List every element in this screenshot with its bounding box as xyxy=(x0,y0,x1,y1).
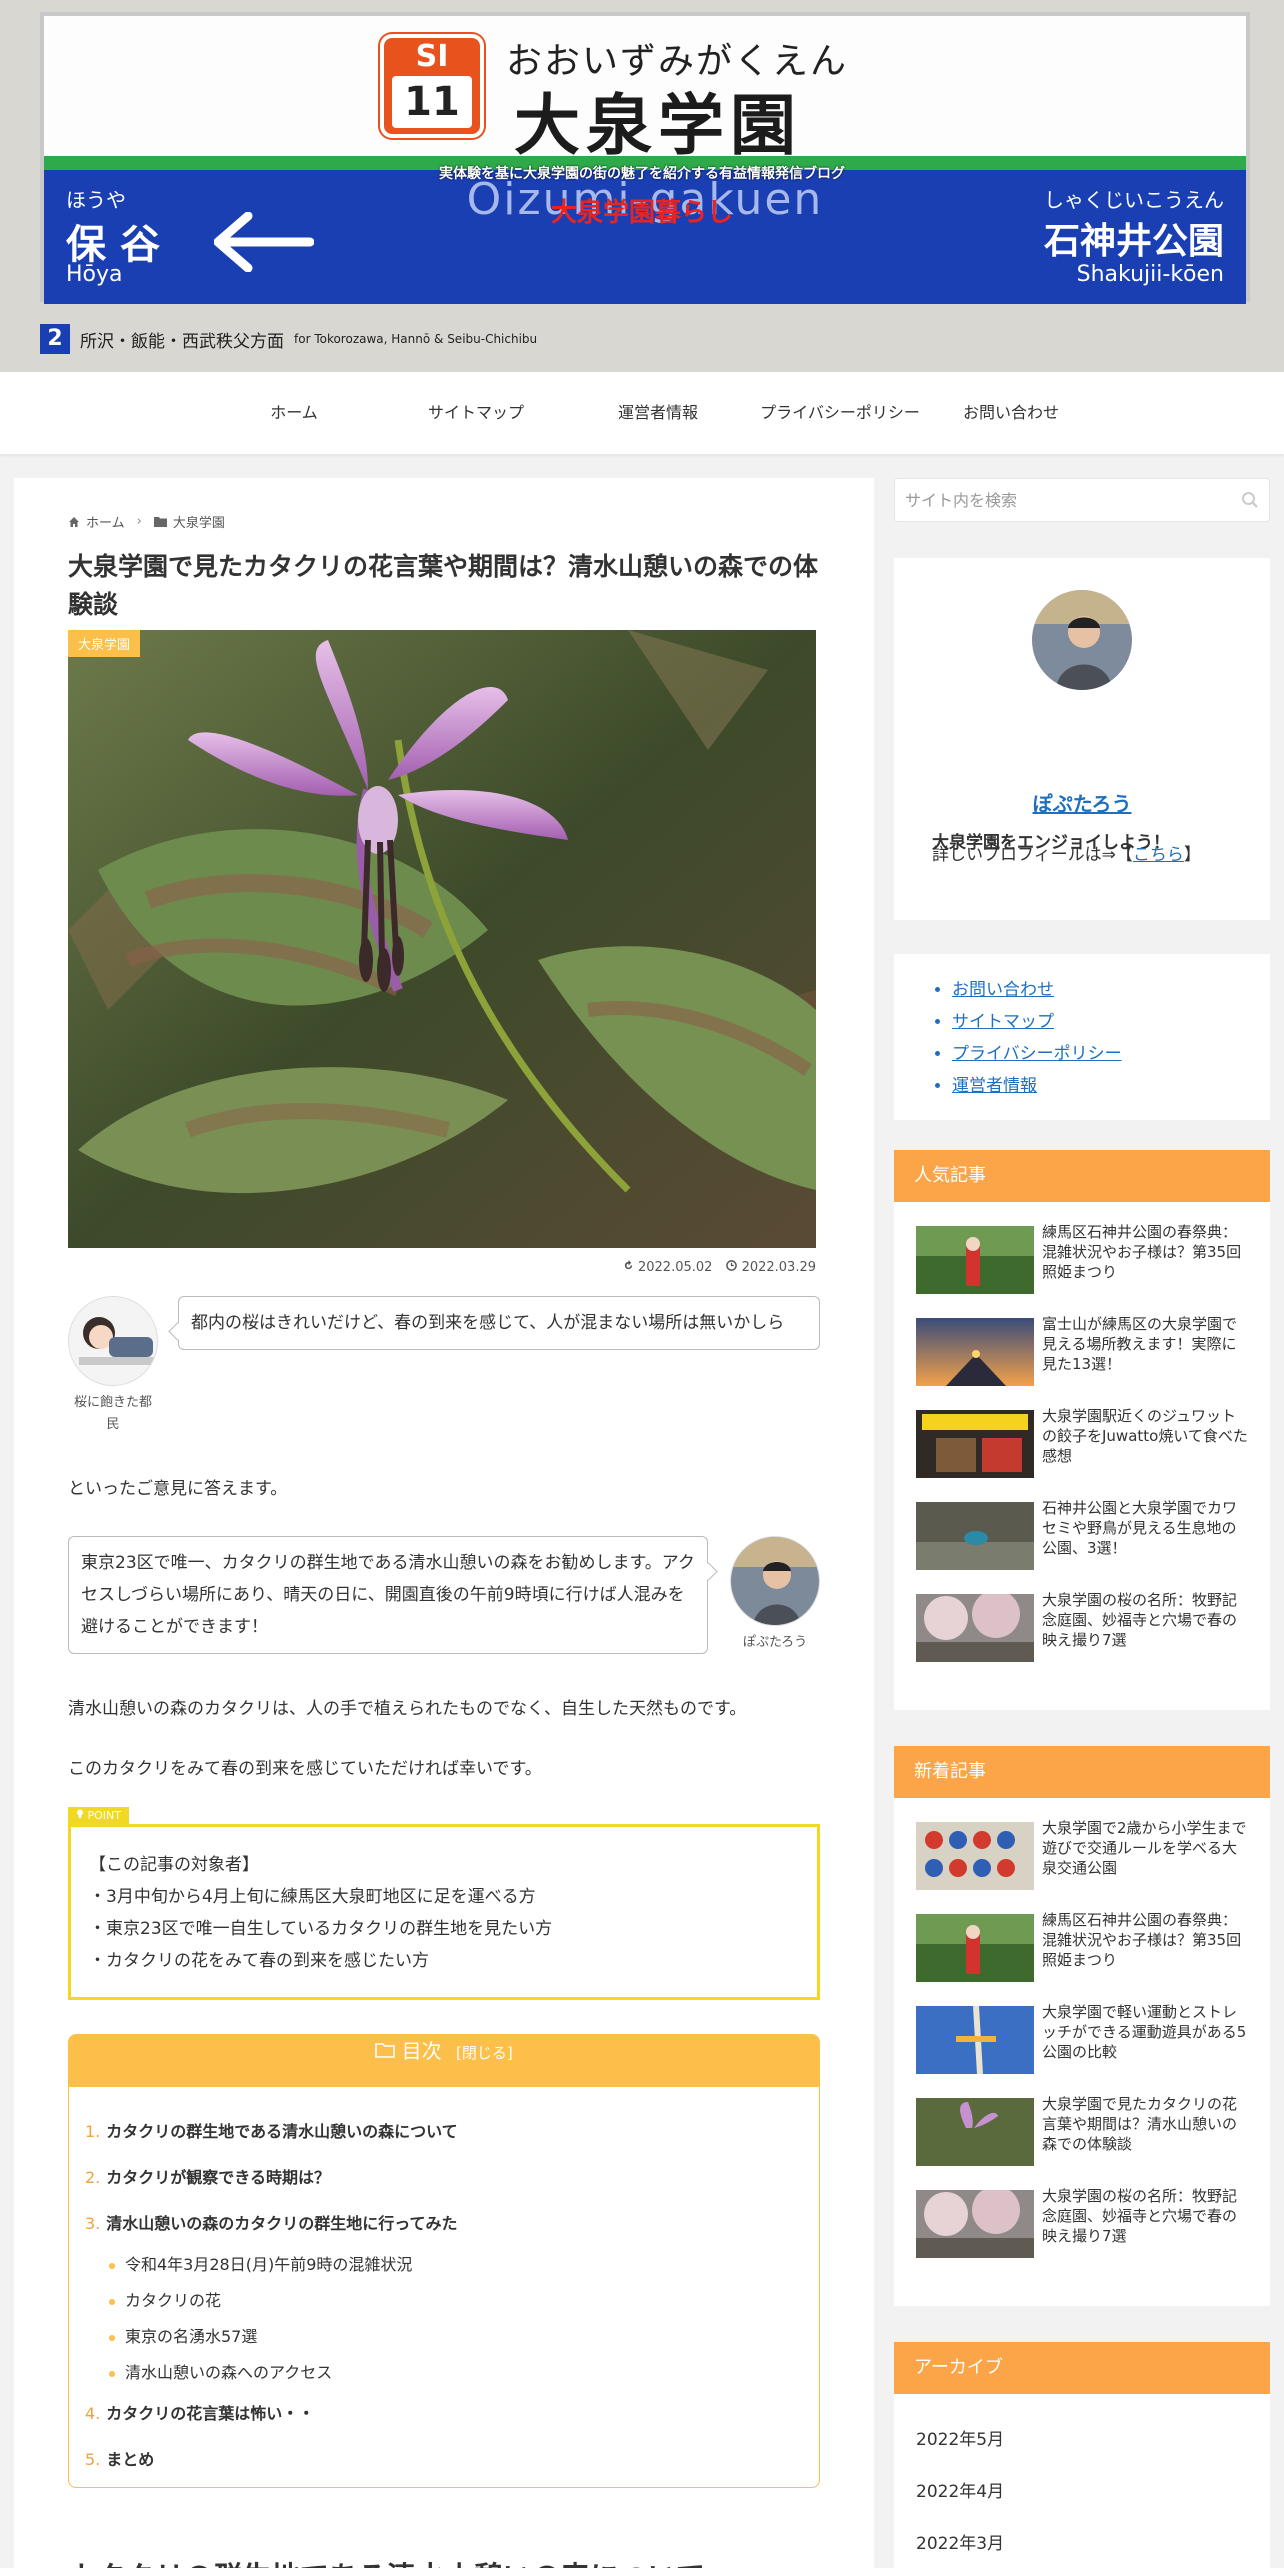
nav-item-sitemap[interactable]: サイトマップ xyxy=(385,372,567,454)
nav-item-home[interactable]: ホーム xyxy=(203,372,385,454)
speech-balloon-author: 東京23区で唯一、カタクリの群生地である清水山憩いの森をお勧めします。アクセスし… xyxy=(68,1536,820,1666)
nav-item-contact[interactable]: お問い合わせ xyxy=(931,372,1091,454)
avatar-reader xyxy=(68,1296,158,1386)
profile-more-link[interactable]: こちら xyxy=(1133,845,1184,865)
widget-title: アーカイブ xyxy=(894,2342,1270,2394)
recent-post-item[interactable]: 大泉学園で軽い運動とストレッチができる運動遊具がある5公園の比較 xyxy=(916,2002,1248,2094)
katakuri-flower-photo xyxy=(68,630,816,1248)
refresh-icon xyxy=(624,1260,633,1270)
post-thumbnail xyxy=(916,1502,1034,1570)
category-label[interactable]: 大泉学園 xyxy=(68,630,141,657)
search-box xyxy=(894,478,1270,522)
sign-destination: 2 所沢・飯能・西武秩父方面 for Tokorozawa, Hannō & S… xyxy=(40,322,537,356)
station-kanji: 大泉学園 xyxy=(514,87,802,164)
post-thumbnail xyxy=(916,1914,1034,1982)
station-number-badge: SI 11 xyxy=(380,34,484,138)
folder-icon xyxy=(375,2043,396,2058)
archive-item[interactable]: 2022年3月 xyxy=(916,2518,1270,2568)
toc-subitem[interactable]: 清水山憩いの森へのアクセス xyxy=(85,2355,803,2391)
recent-post-item[interactable]: 大泉学園で2歳から小学生まで遊びで交通ルールを学べる大泉交通公園 xyxy=(916,1818,1248,1910)
profile-avatar xyxy=(1032,590,1132,690)
archive-item[interactable]: 2022年5月 xyxy=(916,2414,1270,2466)
widget-title: 新着記事 xyxy=(894,1746,1270,1798)
clock-icon xyxy=(726,1260,738,1271)
paragraph: といったご意見に答えます。 xyxy=(68,1479,288,1499)
site-description: 実体験を基に大泉学園の街の魅了を紹介する有益情報発信ブログ xyxy=(439,166,845,182)
toc-subitem[interactable]: カタクリの花 xyxy=(85,2283,803,2319)
links-widget: お問い合わせ サイトマップ プライバシーポリシー 運営者情報 xyxy=(894,954,1270,1120)
station-sign-banner: SI 11 おおいずみがくえん 大泉学園 Oizumi-gakuen ほうや 保… xyxy=(40,12,1250,304)
profile-widget: ぽぷたろう 大泉学園をエンジョイしよう！ xyxy=(894,558,1270,920)
post-thumbnail xyxy=(916,1318,1034,1386)
post-thumbnail xyxy=(916,2006,1034,2074)
breadcrumb-category[interactable]: 大泉学園 xyxy=(173,512,225,531)
main-content: ホーム › 大泉学園 大泉学園で見たカタクリの花言葉や期間は？清水山憩いの森での… xyxy=(14,478,874,2568)
breadcrumb: ホーム › 大泉学園 xyxy=(68,512,225,531)
site-title-link[interactable]: 大泉学園暮らし xyxy=(0,192,1284,229)
point-box: POINT 【この記事の対象者】 ・3月中旬から4月上旬に練馬区大泉町地区に足を… xyxy=(68,1807,820,2000)
global-nav: ホーム サイトマップ 運営者情報 プライバシーポリシー お問い合わせ xyxy=(0,372,1284,454)
toc-toggle[interactable]: [閉じる] xyxy=(456,2044,513,2062)
balloon-text: 東京23区で唯一、カタクリの群生地である清水山憩いの森をお勧めします。アクセスし… xyxy=(68,1536,708,1654)
balloon-text: 都内の桜はきれいだけど、春の到来を感じて、人が混まない場所は無いかしら xyxy=(178,1296,820,1350)
post-thumbnail xyxy=(916,1594,1034,1662)
sidebar-link-privacy[interactable]: プライバシーポリシー xyxy=(952,1038,1270,1070)
chevron-right-icon: › xyxy=(136,514,142,529)
archive-item[interactable]: 2022年4月 xyxy=(916,2466,1270,2518)
nav-item-privacy[interactable]: プライバシーポリシー xyxy=(749,372,931,454)
widget-title: 人気記事 xyxy=(894,1150,1270,1202)
home-icon xyxy=(69,516,79,527)
table-of-contents: 目次 [閉じる] 1. カタクリの群生地である清水山憩いの森について 2. カタクリ… xyxy=(68,2034,820,2488)
sidebar-link-operator[interactable]: 運営者情報 xyxy=(952,1070,1270,1102)
sidebar-link-sitemap[interactable]: サイトマップ xyxy=(952,1006,1270,1038)
point-label: POINT xyxy=(68,1807,129,1824)
paragraph: 清水山憩いの森のカタクリは、人の手で植えられたものでなく、自生した天然ものです。 xyxy=(68,1699,747,1719)
post-thumbnail xyxy=(916,1410,1034,1478)
toc-item[interactable]: 3. 清水山憩いの森のカタクリの群生地に行ってみた xyxy=(85,2201,803,2247)
toc-item[interactable]: 2. カタクリが観察できる時期は？ xyxy=(85,2155,803,2201)
updated-date: 2022.05.02 xyxy=(623,1260,712,1275)
popular-post-item[interactable]: 富士山が練馬区の大泉学園で見える場所教えます！実際に見た13選！ xyxy=(916,1314,1248,1406)
section-heading: カタクリの群生地である清水山憩いの森について xyxy=(68,2554,705,2568)
folder-icon xyxy=(153,517,167,527)
paragraph: このカタクリをみて春の到来を感じていただければ幸いです。 xyxy=(68,1759,542,1779)
recent-post-item[interactable]: 練馬区石神井公園の春祭典：混雑状況やお子様は？第35回照姫まつり xyxy=(916,1910,1248,2002)
lightbulb-icon xyxy=(77,1809,83,1818)
profile-name-link[interactable]: ぽぷたろう xyxy=(894,788,1270,817)
archive-widget: アーカイブ 2022年5月 2022年4月 2022年3月 xyxy=(894,2342,1270,2568)
recent-post-item[interactable]: 大泉学園の桜の名所：牧野記念庭園、妙福寺と穴場で春の映え撮り7選 xyxy=(916,2186,1248,2278)
post-thumbnail xyxy=(916,2190,1034,2258)
toc-item[interactable]: 1. カタクリの群生地である清水山憩いの森について xyxy=(85,2109,803,2155)
post-thumbnail xyxy=(916,2098,1034,2166)
toc-item[interactable]: 5. まとめ xyxy=(85,2437,803,2483)
page-title: 大泉学園で見たカタクリの花言葉や期間は？清水山憩いの森での体験談 xyxy=(68,552,819,619)
post-thumbnail xyxy=(916,1822,1034,1890)
recent-posts-widget: 新着記事 大泉学園で2歳から小学生まで遊びで交通ルールを学べる大泉交通公園 練馬… xyxy=(894,1746,1270,2306)
post-dates: 2022.05.02 2022.03.29 xyxy=(623,1260,816,1275)
post-thumbnail xyxy=(916,1226,1034,1294)
nav-item-operator[interactable]: 運営者情報 xyxy=(567,372,749,454)
search-icon[interactable] xyxy=(1241,491,1259,509)
recent-post-item[interactable]: 大泉学園で見たカタクリの花言葉や期間は？清水山憩いの森での体験談 xyxy=(916,2094,1248,2186)
popular-post-item[interactable]: 石神井公園と大泉学園でカワセミや野鳥が見える生息地の公園、3選！ xyxy=(916,1498,1248,1590)
toc-item[interactable]: 4. カタクリの花言葉は怖い・・ xyxy=(85,2391,803,2437)
breadcrumb-home[interactable]: ホーム xyxy=(86,512,125,531)
sidebar-link-contact[interactable]: お問い合わせ xyxy=(952,974,1270,1006)
popular-post-item[interactable]: 大泉学園の桜の名所：牧野記念庭園、妙福寺と穴場で春の映え撮り7選 xyxy=(916,1590,1248,1682)
popular-posts-widget: 人気記事 練馬区石神井公園の春祭典：混雑状況やお子様は？第35回照姫まつり 富士… xyxy=(894,1150,1270,1710)
search-input[interactable] xyxy=(895,479,1269,521)
toc-subitem[interactable]: 東京の名湧水57選 xyxy=(85,2319,803,2355)
profile-more: 詳しいプロフィールは⇒【こちら】 xyxy=(932,845,1201,865)
popular-post-item[interactable]: 練馬区石神井公園の春祭典：混雑状況やお子様は？第35回照姫まつり xyxy=(916,1222,1248,1314)
speech-balloon-reader: 桜に飽きた都民 都内の桜はきれいだけど、春の到来を感じて、人が混まない場所は無い… xyxy=(68,1296,820,1446)
published-date: 2022.03.29 xyxy=(726,1260,816,1275)
avatar-author xyxy=(730,1536,820,1626)
popular-post-item[interactable]: 大泉学園駅近くのジュワットの餃子をJuwatto焼いて食べた感想 xyxy=(916,1406,1248,1498)
site-header: SI 11 おおいずみがくえん 大泉学園 Oizumi-gakuen ほうや 保… xyxy=(0,0,1284,372)
toc-header: 目次 [閉じる] xyxy=(69,2035,819,2087)
toc-subitem[interactable]: 令和4年3月28日(月)午前9時の混雑状況 xyxy=(85,2247,803,2283)
eyecatch-image: 大泉学園 xyxy=(68,630,816,1248)
